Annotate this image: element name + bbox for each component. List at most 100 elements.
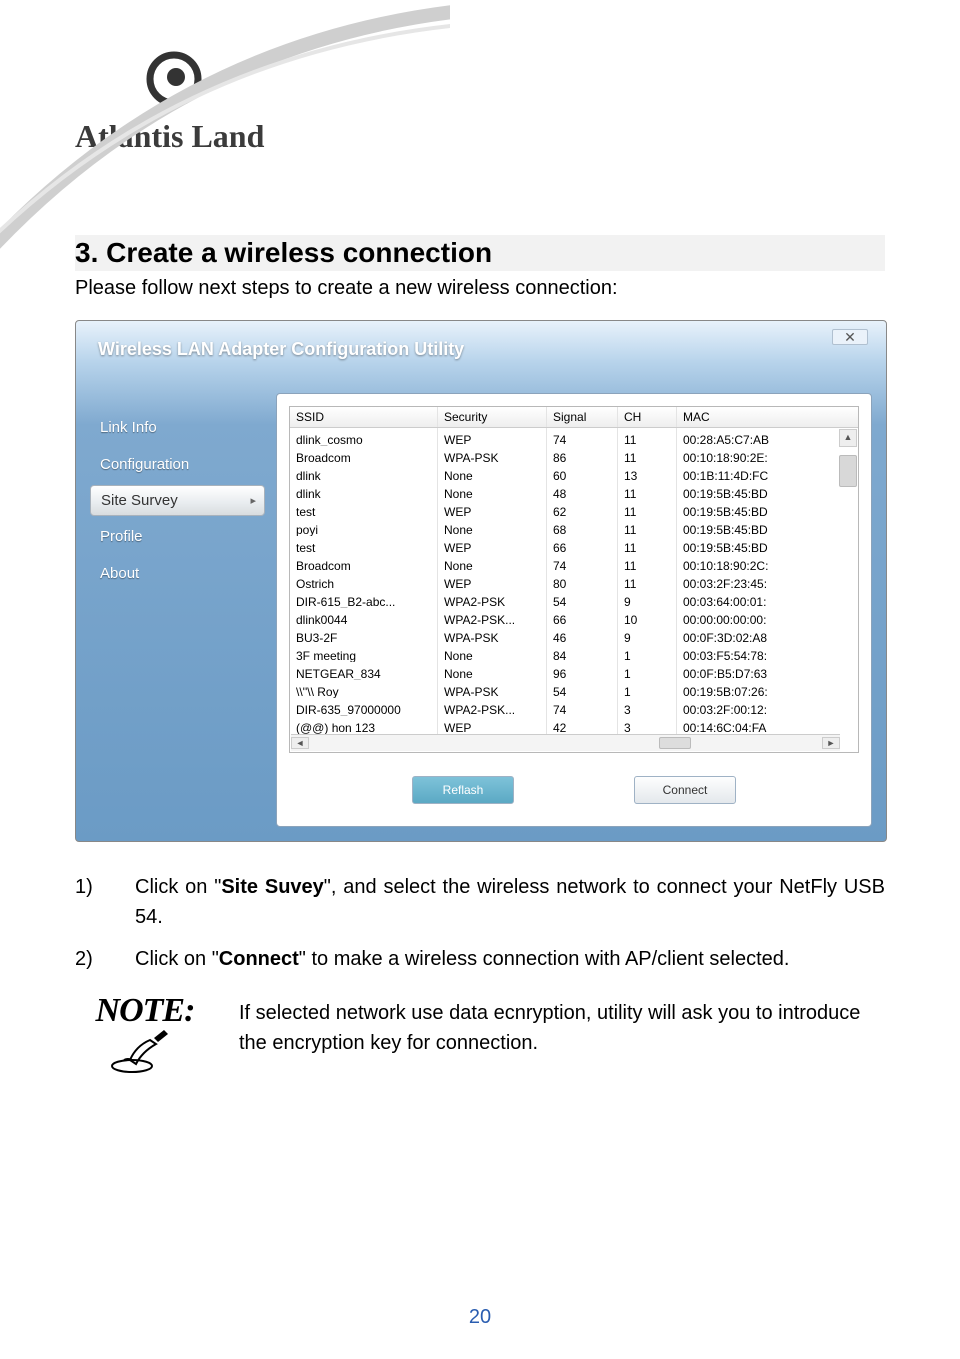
table-row[interactable]: NETGEAR_834None96100:0F:B5:D7:63 <box>290 662 858 680</box>
table-cell: 60 <box>547 464 618 482</box>
bold-term: Site Suvey <box>221 876 323 898</box>
column-header[interactable]: SSID <box>290 407 438 427</box>
table-cell: 3 <box>618 716 677 734</box>
table-cell: Broadcom <box>290 554 438 572</box>
table-cell: DIR-635_97000000 <box>290 698 438 716</box>
table-cell: 11 <box>618 554 677 572</box>
table-cell: 3 <box>618 698 677 716</box>
sidebar-item-about[interactable]: About <box>90 557 265 590</box>
table-cell: 11 <box>618 572 677 590</box>
network-table: SSIDSecuritySignalCHMAC dlink_cosmoWEP74… <box>289 406 859 753</box>
table-cell: 9 <box>618 626 677 644</box>
table-cell: dlink <box>290 482 438 500</box>
scroll-right-icon[interactable]: ► <box>822 737 840 749</box>
hscroll-thumb[interactable] <box>659 737 691 749</box>
table-cell: WPA2-PSK... <box>438 608 547 626</box>
table-cell: 00:0F:B5:D7:63 <box>677 662 858 680</box>
table-cell: 00:19:5B:45:BD <box>677 500 858 518</box>
table-cell: \\''\\ Roy <box>290 680 438 698</box>
table-row[interactable]: 3F meetingNone84100:03:F5:54:78: <box>290 644 858 662</box>
reflash-button[interactable]: Reflash <box>412 776 514 804</box>
column-header[interactable]: MAC <box>677 407 858 427</box>
scroll-up-icon[interactable]: ▲ <box>839 429 857 447</box>
sidebar-item-link-info[interactable]: Link Info <box>90 411 265 444</box>
table-cell: 11 <box>618 518 677 536</box>
table-cell: 00:19:5B:45:BD <box>677 536 858 554</box>
column-header[interactable]: Signal <box>547 407 618 427</box>
sidebar-item-site-survey[interactable]: Site Survey▸ <box>90 485 265 516</box>
table-cell: DIR-615_B2-abc... <box>290 590 438 608</box>
table-cell: Ostrich <box>290 572 438 590</box>
connect-button[interactable]: Connect <box>634 776 736 804</box>
table-row[interactable]: \\''\\ RoyWPA-PSK54100:19:5B:07:26: <box>290 680 858 698</box>
table-row[interactable]: DIR-615_B2-abc...WPA2-PSK54900:03:64:00:… <box>290 590 858 608</box>
table-row[interactable]: dlink_cosmoWEP741100:28:A5:C7:AB <box>290 428 858 446</box>
table-cell: 00:1B:11:4D:FC <box>677 464 858 482</box>
table-cell: 13 <box>618 464 677 482</box>
table-cell: 74 <box>547 554 618 572</box>
column-header[interactable]: CH <box>618 407 677 427</box>
step-1: 1) Click on "Site Suvey", and select the… <box>75 872 885 932</box>
close-icon[interactable]: ✕ <box>832 329 868 345</box>
page-number: 20 <box>0 1306 960 1329</box>
table-cell: 10 <box>618 608 677 626</box>
table-cell: 3F meeting <box>290 644 438 662</box>
table-cell: 00:28:A5:C7:AB <box>677 428 858 446</box>
table-row[interactable]: BU3-2FWPA-PSK46900:0F:3D:02:A8 <box>290 626 858 644</box>
table-row[interactable]: OstrichWEP801100:03:2F:23:45: <box>290 572 858 590</box>
text: Click on " <box>135 948 219 970</box>
horizontal-scrollbar[interactable]: ◄ ► <box>291 734 840 751</box>
table-row[interactable]: poyiNone681100:19:5B:45:BD <box>290 518 858 536</box>
table-cell: 1 <box>618 662 677 680</box>
table-cell: NETGEAR_834 <box>290 662 438 680</box>
text: Click on " <box>135 876 221 898</box>
table-cell: 11 <box>618 536 677 554</box>
table-cell: test <box>290 536 438 554</box>
table-cell: None <box>438 644 547 662</box>
table-cell: 74 <box>547 698 618 716</box>
table-cell: 00:00:00:00:00: <box>677 608 858 626</box>
table-cell: 46 <box>547 626 618 644</box>
table-row[interactable]: DIR-635_97000000WPA2-PSK...74300:03:2F:0… <box>290 698 858 716</box>
table-cell: WPA-PSK <box>438 446 547 464</box>
table-row[interactable]: testWEP621100:19:5B:45:BD <box>290 500 858 518</box>
table-cell: Broadcom <box>290 446 438 464</box>
table-row[interactable]: BroadcomWPA-PSK861100:10:18:90:2E: <box>290 446 858 464</box>
table-cell: 74 <box>547 428 618 446</box>
table-cell: None <box>438 518 547 536</box>
scrollbar-thumb[interactable] <box>839 455 857 487</box>
section-intro: Please follow next steps to create a new… <box>75 277 885 300</box>
table-cell: dlink_cosmo <box>290 428 438 446</box>
note-block: NOTE: If selected network use data ecnry… <box>75 992 885 1079</box>
table-cell: WEP <box>438 572 547 590</box>
table-row[interactable]: (@@) hon 123WEP42300:14:6C:04:FA <box>290 716 858 734</box>
table-cell: 00:03:64:00:01: <box>677 590 858 608</box>
table-header: SSIDSecuritySignalCHMAC <box>290 407 858 428</box>
table-cell: 62 <box>547 500 618 518</box>
table-cell: WEP <box>438 536 547 554</box>
table-cell: WEP <box>438 500 547 518</box>
scroll-left-icon[interactable]: ◄ <box>291 737 309 749</box>
note-text: If selected network use data ecnryption,… <box>239 992 885 1058</box>
table-cell: 00:19:5B:45:BD <box>677 482 858 500</box>
table-cell: dlink <box>290 464 438 482</box>
table-cell: 00:03:F5:54:78: <box>677 644 858 662</box>
table-cell: None <box>438 554 547 572</box>
table-row[interactable]: dlinkNone481100:19:5B:45:BD <box>290 482 858 500</box>
table-cell: test <box>290 500 438 518</box>
step-number: 1) <box>75 872 135 932</box>
table-cell: None <box>438 464 547 482</box>
sidebar-item-configuration[interactable]: Configuration <box>90 448 265 481</box>
table-row[interactable]: testWEP661100:19:5B:45:BD <box>290 536 858 554</box>
note-label: NOTE: <box>75 992 215 1030</box>
table-row[interactable]: dlink0044WPA2-PSK...661000:00:00:00:00: <box>290 608 858 626</box>
sidebar: Link Info Configuration Site Survey▸ Profil… <box>90 411 265 594</box>
table-cell: 48 <box>547 482 618 500</box>
table-cell: WPA2-PSK <box>438 590 547 608</box>
table-body: dlink_cosmoWEP741100:28:A5:C7:ABBroadcom… <box>290 428 858 734</box>
table-row[interactable]: dlinkNone601300:1B:11:4D:FC <box>290 464 858 482</box>
table-row[interactable]: BroadcomNone741100:10:18:90:2C: <box>290 554 858 572</box>
sidebar-item-profile[interactable]: Profile <box>90 520 265 553</box>
column-header[interactable]: Security <box>438 407 547 427</box>
table-cell: dlink0044 <box>290 608 438 626</box>
